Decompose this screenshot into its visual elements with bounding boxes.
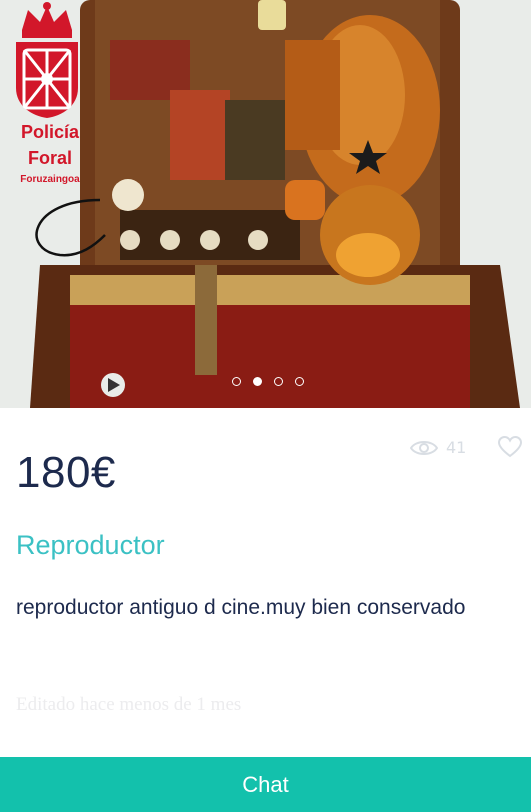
- listing-description: reproductor antiguo d cine.muy bien cons…: [16, 596, 466, 619]
- logo-text-line3: Foruzaingoa: [20, 174, 80, 185]
- logo-text-line2: Foral: [27, 148, 72, 168]
- policia-foral-logo: Policía Foral Foruzaingoa: [8, 2, 86, 186]
- crest-icon: [16, 2, 78, 118]
- pagination-dot-active[interactable]: [253, 377, 262, 386]
- favorite-button[interactable]: [497, 435, 523, 462]
- listing-details: 180€ 41 Reproductor reproductor antiguo …: [0, 408, 531, 758]
- pagination-dot[interactable]: [274, 377, 283, 386]
- product-photo[interactable]: Policía Foral Foruzaingoa: [0, 0, 531, 408]
- heart-icon: [497, 435, 523, 458]
- pagination-dot[interactable]: [232, 377, 241, 386]
- logo-text-line1: Policía: [20, 122, 80, 142]
- gallery-pagination: [232, 377, 304, 386]
- pagination-dot[interactable]: [295, 377, 304, 386]
- chat-button[interactable]: Chat: [0, 757, 531, 812]
- listing-title: Reproductor: [16, 530, 165, 560]
- view-counter: 41: [410, 438, 466, 457]
- view-count: 41: [446, 438, 467, 457]
- listing-price: 180€: [16, 448, 116, 497]
- eye-icon: [410, 440, 438, 455]
- listing-posted-date: Editado hace menos de 1 mes: [16, 694, 242, 715]
